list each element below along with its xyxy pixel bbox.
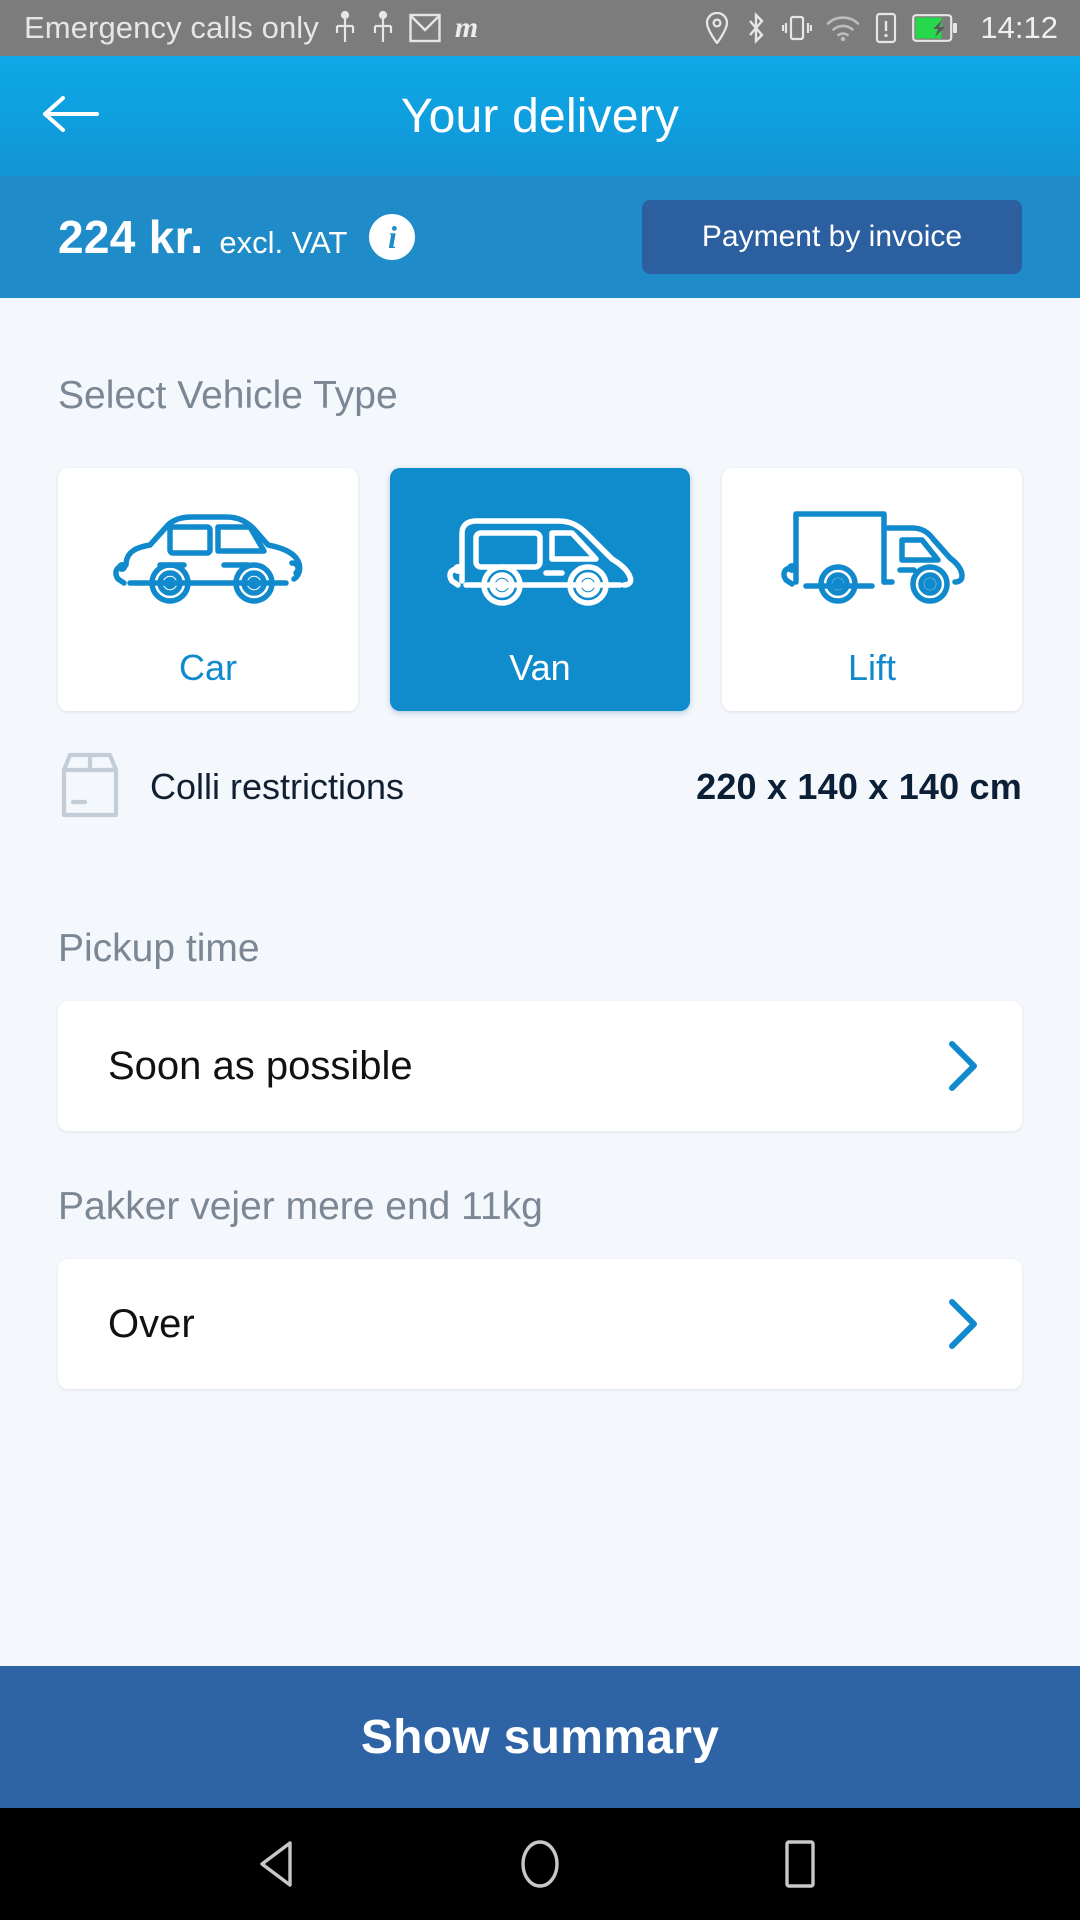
vehicle-type-options: Car Van Lift: [58, 468, 1022, 711]
status-bar-right: 14:12: [704, 10, 1058, 46]
app-bar: Your delivery: [0, 56, 1080, 176]
colli-restrictions-row: Colli restrictions 220 x 140 x 140 cm: [58, 739, 1022, 835]
usb-icon: [371, 11, 395, 45]
price-vat-note: excl. VAT: [219, 225, 348, 260]
colli-restrictions-value: 220 x 140 x 140 cm: [696, 766, 1022, 807]
package-weight-value: Over: [108, 1301, 195, 1346]
nav-back-triangle-icon[interactable]: [225, 1809, 335, 1919]
wifi-icon: [826, 14, 860, 42]
vibrate-icon: [782, 12, 813, 44]
pickup-time-label: Pickup time: [58, 927, 260, 970]
android-navigation-bar: [0, 1808, 1080, 1920]
van-icon: [390, 468, 690, 647]
colli-restrictions-left: Colli restrictions: [58, 750, 696, 825]
pickup-time-section: Pickup time Soon as possible: [58, 927, 1022, 1131]
vehicle-type-label: Select Vehicle Type: [58, 374, 398, 417]
payment-by-invoice-button[interactable]: Payment by invoice: [642, 200, 1022, 274]
chevron-right-icon: [946, 1298, 980, 1350]
colli-restrictions-label: Colli restrictions: [150, 766, 405, 807]
vehicle-option-label: Van: [509, 647, 571, 688]
gmail-icon: [409, 13, 441, 43]
battery-charging-icon: [912, 14, 958, 42]
vehicle-option-van[interactable]: Van: [390, 468, 690, 711]
status-bar-clock: 14:12: [980, 10, 1058, 45]
chevron-right-icon: [946, 1040, 980, 1092]
vehicle-option-lift[interactable]: Lift: [722, 468, 1022, 711]
vehicle-type-section: Select Vehicle Type Car Van Lift: [58, 298, 1022, 711]
show-summary-button[interactable]: Show summary: [0, 1666, 1080, 1808]
location-icon: [704, 12, 730, 44]
info-icon[interactable]: i: [369, 214, 416, 260]
status-bar-left: Emergency calls only m: [24, 10, 704, 46]
lift-truck-icon: [722, 468, 1022, 647]
price-summary: 224 kr. excl. VAT i: [58, 210, 416, 264]
page-title: Your delivery: [400, 89, 680, 143]
sim-alert-icon: [874, 12, 898, 44]
package-weight-field[interactable]: Over: [58, 1259, 1022, 1389]
box-icon: [58, 750, 122, 825]
price-bar: 224 kr. excl. VAT i Payment by invoice: [0, 176, 1080, 298]
package-weight-section: Pakker vejer mere end 11kg Over: [58, 1185, 1022, 1389]
vehicle-option-label: Car: [178, 647, 237, 688]
phone-screen: Emergency calls only m 14:12 Your delive…: [0, 0, 1080, 1920]
car-icon: [58, 468, 358, 647]
usb-icon: [333, 11, 357, 45]
nav-recents-square-icon[interactable]: [745, 1809, 855, 1919]
m-app-icon: m: [454, 11, 479, 44]
pickup-time-value: Soon as possible: [108, 1043, 413, 1088]
vehicle-option-car[interactable]: Car: [58, 468, 358, 711]
price-amount: 224 kr.: [58, 211, 204, 263]
package-weight-label: Pakker vejer mere end 11kg: [58, 1185, 543, 1228]
pickup-time-field[interactable]: Soon as possible: [58, 1001, 1022, 1131]
nav-home-circle-icon[interactable]: [485, 1809, 595, 1919]
bluetooth-icon: [744, 12, 768, 44]
status-bar: Emergency calls only m 14:12: [0, 0, 1080, 56]
back-button[interactable]: [36, 81, 106, 151]
arrow-left-icon: [42, 92, 100, 141]
vehicle-option-label: Lift: [847, 647, 897, 688]
carrier-status-text: Emergency calls only: [24, 10, 319, 45]
